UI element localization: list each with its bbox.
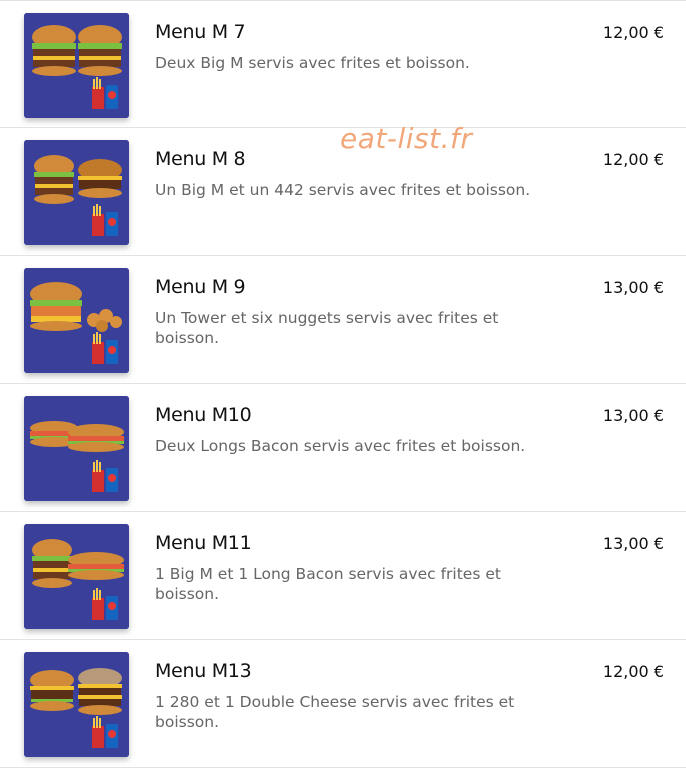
menu-item-image [24,268,129,373]
menu-item-image [24,396,129,501]
menu-item-title: Menu M10 [155,404,252,426]
menu-item-price: 13,00 € [602,406,664,425]
menu-item-image [24,13,129,118]
menu-item-price: 13,00 € [602,278,664,297]
menu-item-title: Menu M 9 [155,276,246,298]
menu-item[interactable]: Menu M 9 13,00 € Un Tower et six nuggets… [0,256,686,384]
menu-item-title: Menu M11 [155,532,252,554]
burger-image [24,524,129,629]
menu-item-description: 1 280 et 1 Double Cheese servis avec fri… [155,693,515,731]
menu-item-description: Deux Longs Bacon servis avec frites et b… [155,437,526,455]
watermark-text: eat-list.fr [340,122,473,155]
menu-item-price: 13,00 € [602,534,664,553]
menu-item[interactable]: Menu M11 13,00 € 1 Big M et 1 Long Bacon… [0,512,686,640]
burger-image [24,652,129,757]
menu-item-price: 12,00 € [602,23,664,42]
menu-item-image [24,524,129,629]
menu-item-description: 1 Big M et 1 Long Bacon servis avec frit… [155,565,501,603]
burger-image [24,268,129,373]
menu-list: Menu M 7 12,00 € Deux Big M servis avec … [0,0,686,768]
burger-image [24,396,129,501]
burger-image [24,140,129,245]
menu-item-image [24,140,129,245]
menu-item-title: Menu M 7 [155,21,246,43]
menu-item-price: 12,00 € [602,150,664,169]
menu-item-description: Un Tower et six nuggets servis avec frit… [155,309,499,347]
menu-item[interactable]: Menu M10 13,00 € Deux Longs Bacon servis… [0,384,686,512]
menu-item-image [24,652,129,757]
menu-item-price: 12,00 € [602,662,664,681]
burger-image [24,13,129,118]
menu-item-title: Menu M13 [155,660,252,682]
menu-item-description: Deux Big M servis avec frites et boisson… [155,54,470,72]
menu-item-title: Menu M 8 [155,148,246,170]
menu-item-description: Un Big M et un 442 servis avec frites et… [155,181,531,199]
menu-item[interactable]: Menu M13 12,00 € 1 280 et 1 Double Chees… [0,640,686,768]
menu-item[interactable]: Menu M 7 12,00 € Deux Big M servis avec … [0,0,686,128]
